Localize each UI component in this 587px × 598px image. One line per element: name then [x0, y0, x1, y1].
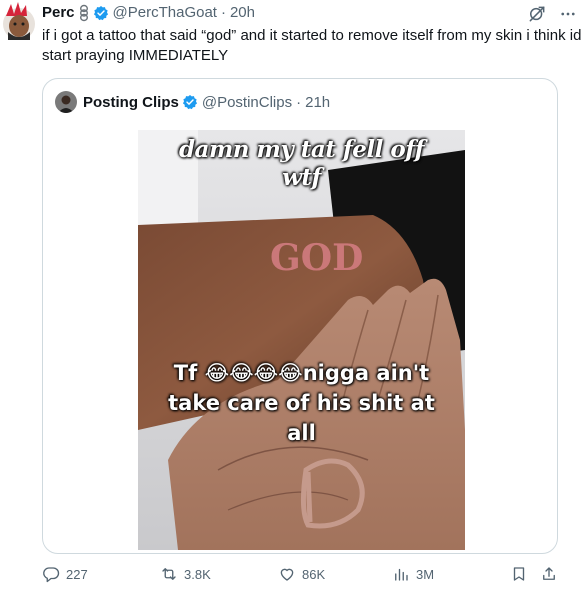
more-options-icon[interactable] — [559, 5, 577, 23]
reply-button[interactable]: 227 — [42, 565, 88, 583]
caption-line: damn my tat fell off — [178, 136, 425, 163]
tweet-text: if i got a tattoo that said “god” and it… — [42, 27, 582, 64]
caption-line: wtf — [282, 164, 321, 191]
header-actions — [527, 4, 577, 24]
views-count: 3M — [416, 566, 435, 582]
heart-icon — [278, 565, 296, 583]
reply-icon — [42, 565, 60, 583]
quoted-author-avatar — [55, 91, 77, 113]
action-bar: 227 3.8K 86K 3M — [42, 563, 558, 585]
views-button[interactable]: 3M — [392, 565, 434, 583]
media-caption-middle: Tf 😂😂😂😂nigga ain't take care of his shit… — [138, 358, 465, 448]
share-button[interactable] — [540, 565, 558, 583]
caption-line: take care of his shit at — [168, 391, 435, 415]
bookmark-button[interactable] — [510, 565, 528, 583]
views-chart-icon — [392, 565, 410, 583]
tweet: Perc @PercThaGoat · 20h if i got a tatto… — [0, 0, 587, 598]
caption-line: all — [287, 421, 316, 445]
grok-icon[interactable] — [527, 4, 547, 24]
quoted-media-image[interactable]: GOD damn my tat fell off wtf Tf 😂😂😂😂nigg… — [138, 130, 465, 550]
repost-count: 3.8K — [184, 566, 211, 582]
bookmark-icon — [510, 565, 528, 583]
verified-badge-icon — [93, 5, 109, 21]
quoted-tweet-card[interactable]: Posting Clips @PostinClips · 21h GOD dam… — [42, 78, 558, 554]
tattoo-scar: GOD — [270, 237, 363, 279]
author-handle[interactable]: @PercThaGoat — [113, 4, 217, 22]
caption-line: Tf 😂😂😂😂nigga ain't — [173, 361, 430, 385]
verified-badge-icon — [182, 94, 198, 110]
media-caption-top: damn my tat fell off wtf — [138, 136, 465, 192]
repost-button[interactable]: 3.8K — [160, 565, 211, 583]
tweet-header: Perc @PercThaGoat · 20h — [42, 4, 577, 22]
quoted-tweet-time: 21h — [305, 93, 331, 111]
share-icon — [540, 565, 558, 583]
repost-icon — [160, 565, 178, 583]
separator-dot: · — [296, 93, 302, 111]
author-name[interactable]: Perc — [42, 4, 75, 22]
like-count: 86K — [302, 566, 326, 582]
quoted-tweet-header: Posting Clips @PostinClips · 21h — [55, 91, 330, 113]
reply-count: 227 — [66, 566, 88, 582]
like-button[interactable]: 86K — [278, 565, 325, 583]
chain-link-icon — [78, 4, 90, 22]
separator-dot: · — [220, 4, 226, 21]
quoted-author-name: Posting Clips — [83, 93, 179, 111]
author-avatar[interactable] — [2, 2, 36, 42]
tweet-time[interactable]: 20h — [230, 4, 255, 22]
quoted-author-handle: @PostinClips — [201, 93, 293, 111]
